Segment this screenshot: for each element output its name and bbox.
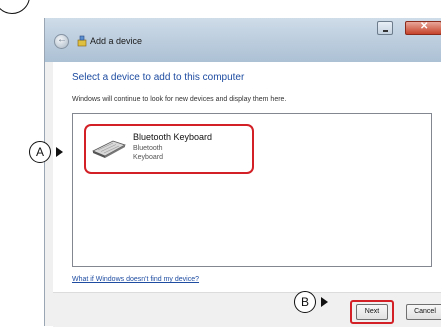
callout-b: B <box>294 291 316 313</box>
footer-bar: Next Cancel <box>53 292 441 327</box>
callout-circle-top <box>0 0 30 14</box>
close-button[interactable] <box>405 21 441 35</box>
callout-a-arrow-icon <box>56 147 63 157</box>
device-connection: Bluetooth <box>133 145 163 152</box>
callout-a: A <box>29 141 51 163</box>
instruction-text: Windows will continue to look for new de… <box>72 96 287 103</box>
callout-b-arrow-icon <box>321 297 328 307</box>
page-title: Select a device to add to this computer <box>72 72 245 83</box>
help-link[interactable]: What if Windows doesn't find my device? <box>72 276 199 283</box>
title-bar: Add a device <box>45 18 441 62</box>
device-icon <box>77 35 87 47</box>
device-list[interactable]: Bluetooth Keyboard Bluetooth Keyboard <box>72 113 432 267</box>
minimize-button[interactable] <box>377 21 393 35</box>
device-item-bluetooth-keyboard[interactable]: Bluetooth Keyboard Bluetooth Keyboard <box>84 124 254 174</box>
back-button[interactable] <box>54 34 69 49</box>
add-device-window: Add a device Select a device to add to t… <box>44 18 441 327</box>
next-highlight: Next <box>350 300 394 324</box>
content-area: Select a device to add to this computer … <box>53 62 441 292</box>
keyboard-icon <box>92 140 126 158</box>
device-category: Keyboard <box>133 154 163 161</box>
device-name: Bluetooth Keyboard <box>133 132 213 142</box>
cancel-button[interactable]: Cancel <box>406 304 441 320</box>
next-button[interactable]: Next <box>356 304 388 320</box>
window-title: Add a device <box>90 36 143 46</box>
